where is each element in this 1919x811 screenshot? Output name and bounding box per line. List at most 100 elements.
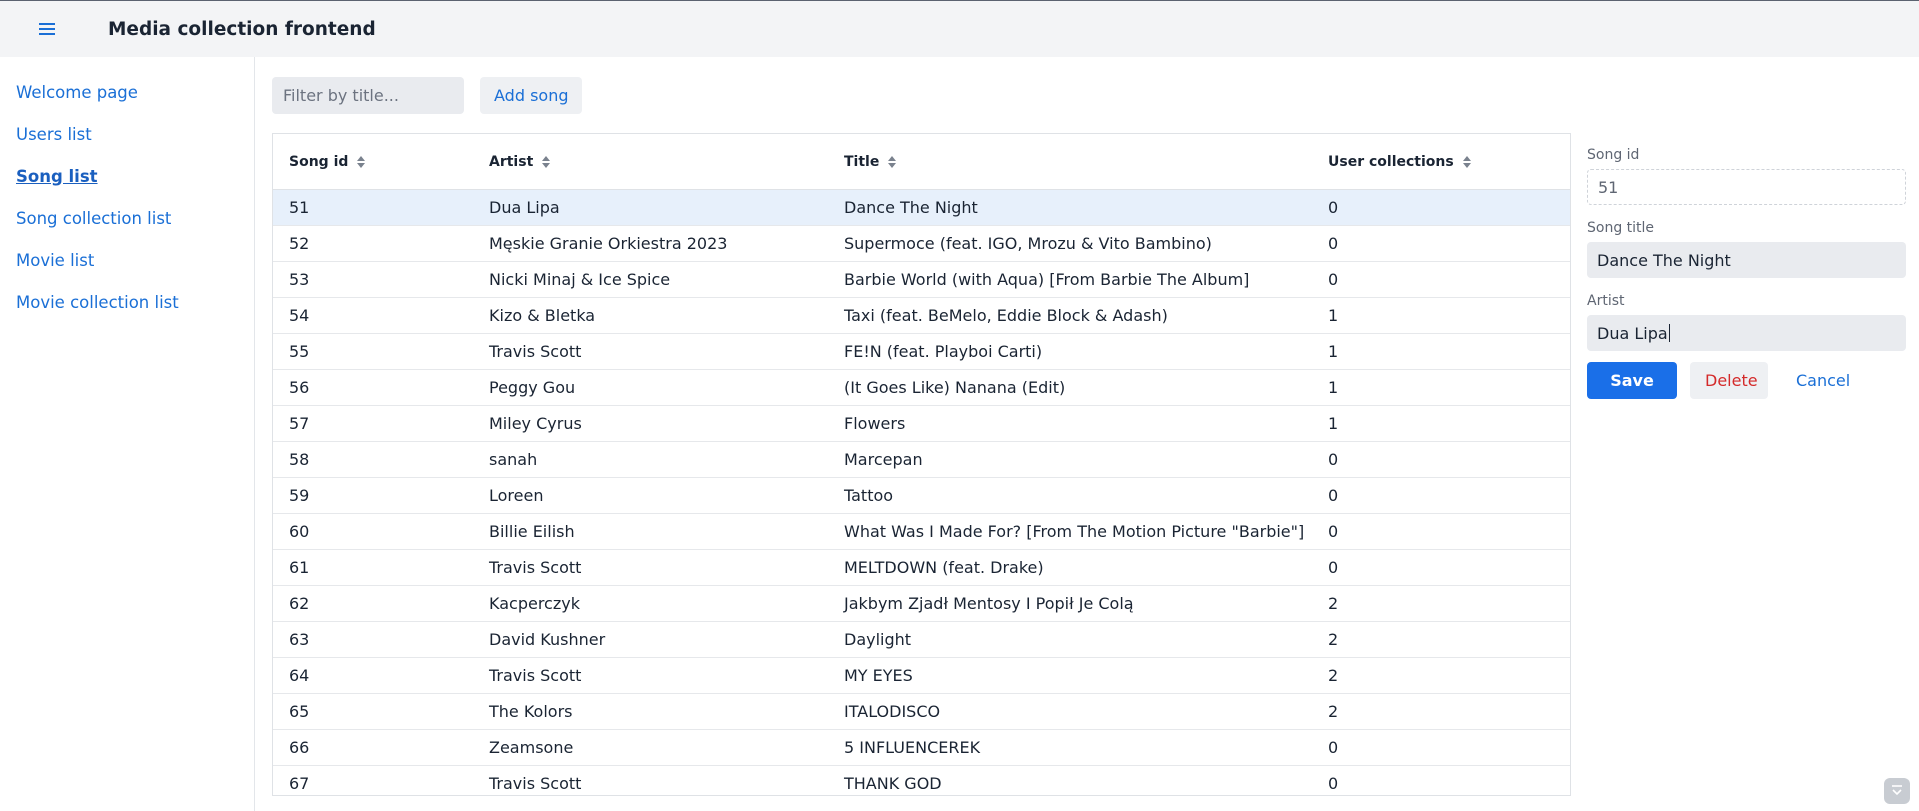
cell-song-id: 60 [289, 522, 310, 541]
table-row[interactable]: 53 Nicki Minaj & Ice Spice Barbie World (w… [273, 262, 1570, 298]
cell-song-id: 58 [289, 450, 310, 469]
cell-artist: Kizo & Bletka [489, 306, 596, 325]
cell-artist: Peggy Gou [489, 378, 576, 397]
song-title-field[interactable]: Dance The Night [1587, 242, 1906, 278]
table-row[interactable]: 64 Travis Scott MY EYES 2 [273, 658, 1570, 694]
sidebar-item-movie-collection-list[interactable]: Movie collection list [0, 281, 254, 323]
sidebar-item-welcome-page[interactable]: Welcome page [0, 71, 254, 113]
form-actions: Save Delete Cancel [1587, 362, 1906, 399]
column-header-song-id[interactable]: Song id [273, 134, 473, 190]
cell-title: Dance The Night [844, 198, 978, 217]
sidebar: Welcome page Users list Song list Song coll… [0, 57, 255, 811]
cell-user-collections: 0 [1328, 738, 1339, 757]
sidebar-item-users-list[interactable]: Users list [0, 113, 254, 155]
column-header-label: Title [844, 153, 880, 170]
app-header: Media collection frontend [0, 1, 1919, 57]
table-row[interactable]: 55 Travis Scott FE!N (feat. Playboi Carti)… [273, 334, 1570, 370]
sort-icon [1462, 155, 1471, 168]
column-header-title[interactable]: Title [828, 134, 1312, 190]
cell-user-collections: 0 [1328, 522, 1339, 541]
cell-song-id: 52 [289, 234, 310, 253]
table-row[interactable]: 60 Billie Eilish What Was I Made For? [Fro… [273, 514, 1570, 550]
table-row[interactable]: 61 Travis Scott MELTDOWN (feat. Drake) 0 [273, 550, 1570, 586]
add-song-button[interactable]: Add song [480, 77, 583, 114]
cell-title: Barbie World (with Aqua) [From Barbie Th… [844, 270, 1250, 289]
column-header-label: User collections [1328, 153, 1454, 170]
table-row[interactable]: 62 Kacperczyk Jakbym Zjadł Mentosy I Popił… [273, 586, 1570, 622]
menu-toggle-button[interactable] [24, 1, 70, 57]
song-id-label: Song id [1587, 147, 1640, 163]
cell-user-collections: 0 [1328, 486, 1339, 505]
table-row[interactable]: 56 Peggy Gou (It Goes Like) Nanana (Edit) 1 [273, 370, 1570, 406]
table-row[interactable]: 63 David Kushner Daylight 2 [273, 622, 1570, 658]
scroll-to-bottom-button[interactable] [1884, 778, 1910, 804]
cell-artist: The Kolors [489, 702, 573, 721]
table-row[interactable]: 65 The Kolors ITALODISCO 2 [273, 694, 1570, 730]
sidebar-item-movie-list[interactable]: Movie list [0, 239, 254, 281]
column-header-label: Song id [289, 153, 349, 170]
cell-user-collections: 0 [1328, 270, 1339, 289]
sidebar-item-song-list[interactable]: Song list [0, 155, 254, 197]
sidebar-item-song-collection-list[interactable]: Song collection list [0, 197, 254, 239]
cell-song-id: 51 [289, 198, 310, 217]
cell-title: MELTDOWN (feat. Drake) [844, 558, 1044, 577]
cell-user-collections: 2 [1328, 594, 1339, 613]
cell-user-collections: 0 [1328, 558, 1339, 577]
cell-title: What Was I Made For? [From The Motion Pi… [844, 522, 1305, 541]
artist-label: Artist [1587, 293, 1625, 309]
cell-artist: sanah [489, 450, 538, 469]
cell-song-id: 53 [289, 270, 310, 289]
cell-title: Tattoo [844, 486, 894, 505]
table-row[interactable]: 57 Miley Cyrus Flowers 1 [273, 406, 1570, 442]
cell-artist: Dua Lipa [489, 198, 560, 217]
cell-artist: Kacperczyk [489, 594, 580, 613]
table-row[interactable]: 54 Kizo & Bletka Taxi (feat. BeMelo, Eddie… [273, 298, 1570, 334]
cell-artist: Loreen [489, 486, 544, 505]
text-caret [1668, 324, 1670, 342]
cell-song-id: 67 [289, 774, 310, 793]
song-id-field: 51 [1587, 169, 1906, 205]
column-header-label: Artist [489, 153, 534, 170]
column-header-user-collections[interactable]: User collections [1312, 134, 1570, 190]
table-row[interactable]: 51 Dua Lipa Dance The Night 0 [273, 190, 1570, 226]
cell-user-collections: 0 [1328, 450, 1339, 469]
filter-by-title-input[interactable] [272, 77, 464, 114]
cell-user-collections: 1 [1328, 306, 1339, 325]
cell-artist: Travis Scott [489, 774, 582, 793]
delete-button[interactable]: Delete [1690, 362, 1768, 399]
song-title-label: Song title [1587, 220, 1655, 236]
sort-icon [542, 155, 551, 168]
cell-title: Flowers [844, 414, 906, 433]
cell-user-collections: 2 [1328, 666, 1339, 685]
cell-song-id: 66 [289, 738, 310, 757]
cell-song-id: 61 [289, 558, 310, 577]
cell-user-collections: 1 [1328, 378, 1339, 397]
cell-artist: Travis Scott [489, 558, 582, 577]
cell-title: Taxi (feat. BeMelo, Eddie Block & Adash) [844, 306, 1168, 325]
menu-icon [39, 23, 55, 35]
artist-field-value: Dua Lipa [1597, 323, 1668, 343]
save-button[interactable]: Save [1587, 362, 1677, 399]
song-editor-form: Song id 51 Song title Dance The Night Ar… [1587, 147, 1906, 399]
cancel-button[interactable]: Cancel [1781, 362, 1851, 399]
toolbar: Add song [272, 77, 583, 114]
table-row[interactable]: 52 Męskie Granie Orkiestra 2023 Supermoce … [273, 226, 1570, 262]
table-row[interactable]: 58 sanah Marcepan 0 [273, 442, 1570, 478]
cell-user-collections: 0 [1328, 774, 1339, 793]
cell-title: (It Goes Like) Nanana (Edit) [844, 378, 1066, 397]
cell-title: FE!N (feat. Playboi Carti) [844, 342, 1043, 361]
cell-song-id: 59 [289, 486, 310, 505]
cell-title: Daylight [844, 630, 912, 649]
cell-song-id: 65 [289, 702, 310, 721]
artist-field[interactable]: Dua Lipa [1587, 315, 1906, 351]
cell-artist: Męskie Granie Orkiestra 2023 [489, 234, 728, 253]
column-header-artist[interactable]: Artist [473, 134, 828, 190]
table-row[interactable]: 59 Loreen Tattoo 0 [273, 478, 1570, 514]
cell-artist: Billie Eilish [489, 522, 575, 541]
main-content: Add song Song id Artist Title User colle… [256, 57, 1919, 811]
cell-title: Marcepan [844, 450, 923, 469]
table-row[interactable]: 67 Travis Scott THANK GOD 0 [273, 766, 1570, 795]
cell-artist: David Kushner [489, 630, 606, 649]
cell-title: Supermoce (feat. IGO, Mrozu & Vito Bambi… [844, 234, 1212, 253]
table-row[interactable]: 66 Zeamsone 5 INFLUENCEREK 0 [273, 730, 1570, 766]
